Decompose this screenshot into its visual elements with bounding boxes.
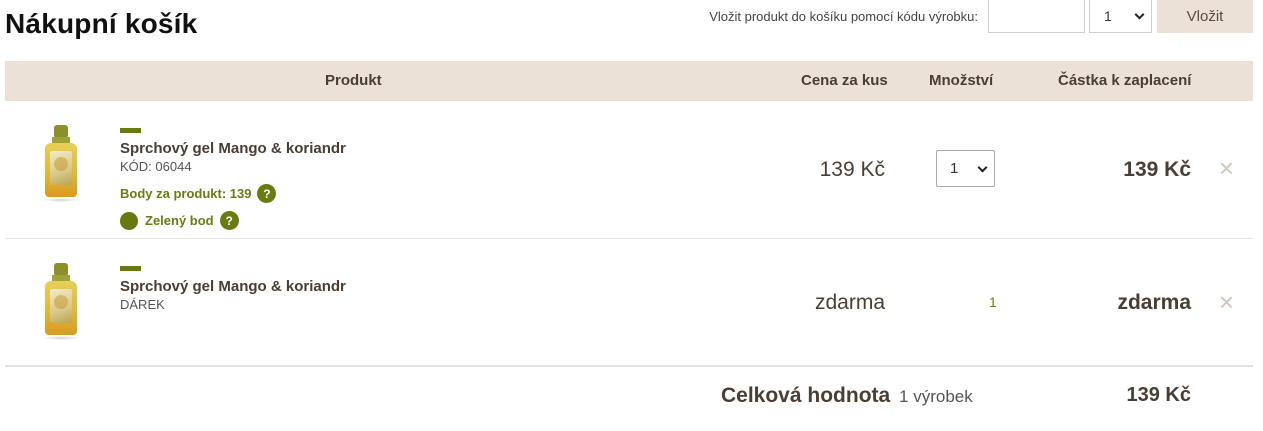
product-accent-bar <box>120 266 141 271</box>
summary-title: Celková hodnota <box>721 384 891 407</box>
product-code-quantity-value: 1 <box>1104 8 1112 24</box>
cart-row: Sprchový gel Mango & koriandr DÁREK zdar… <box>5 239 1253 367</box>
product-name[interactable]: Sprchový gel Mango & koriandr <box>120 140 346 157</box>
product-name[interactable]: Sprchový gel Mango & koriandr <box>120 278 346 295</box>
header-quantity: Množství <box>929 72 994 89</box>
product-code-input[interactable] <box>988 0 1085 33</box>
product-info: Sprchový gel Mango & koriandr DÁREK <box>120 266 346 312</box>
quantity-value: 1 <box>989 294 997 310</box>
item-total: 139 Kč <box>1123 158 1191 181</box>
product-points-text: Body za produkt: 139 <box>120 186 252 201</box>
header-unit-price: Cena za kus <box>801 72 888 89</box>
product-code-form: Vložit produkt do košíku pomocí kódu výr… <box>709 0 1253 33</box>
remove-item-icon[interactable]: × <box>1219 289 1234 315</box>
unit-price: 139 Kč <box>819 158 885 181</box>
cart-row: Sprchový gel Mango & koriandr KÓD: 06044… <box>5 101 1253 239</box>
unit-price: zdarma <box>814 291 885 314</box>
page-title: Nákupní košík <box>5 8 198 39</box>
product-points: Body za produkt: 139 ? <box>120 184 346 203</box>
summary-total: 139 Kč <box>1126 384 1192 406</box>
gift-label: DÁREK <box>120 297 165 312</box>
product-image[interactable] <box>42 263 80 340</box>
product-accent-bar <box>120 128 141 133</box>
product-code-label: Vložit produkt do košíku pomocí kódu výr… <box>709 9 978 24</box>
remove-item-icon[interactable]: × <box>1219 155 1234 181</box>
quantity-select[interactable]: 1 <box>936 150 995 187</box>
insert-product-button[interactable]: Vložit <box>1157 0 1253 33</box>
product-image[interactable] <box>42 125 80 202</box>
quantity-value: 1 <box>950 160 959 177</box>
cart-table-header: Produkt Cena za kus Množství Částka k za… <box>5 61 1253 101</box>
help-icon[interactable]: ? <box>257 184 277 203</box>
product-code: KÓD: 06044 <box>120 159 192 174</box>
green-dot-icon <box>120 211 138 230</box>
chevron-down-icon <box>1134 9 1145 20</box>
summary-item-count: 1 výrobek <box>899 387 973 406</box>
summary-label: Celková hodnota 1 výrobek <box>721 384 973 408</box>
chevron-down-icon <box>977 162 988 173</box>
help-icon[interactable]: ? <box>219 211 239 230</box>
green-point-label: Zelený bod <box>145 213 214 228</box>
item-total: zdarma <box>1117 291 1191 314</box>
product-code-quantity-select[interactable]: 1 <box>1089 0 1152 33</box>
green-point: Zelený bod ? <box>120 211 346 230</box>
header-amount-to-pay: Částka k zaplacení <box>1058 72 1192 89</box>
header-product: Produkt <box>325 72 382 89</box>
product-info: Sprchový gel Mango & koriandr KÓD: 06044… <box>120 128 346 230</box>
